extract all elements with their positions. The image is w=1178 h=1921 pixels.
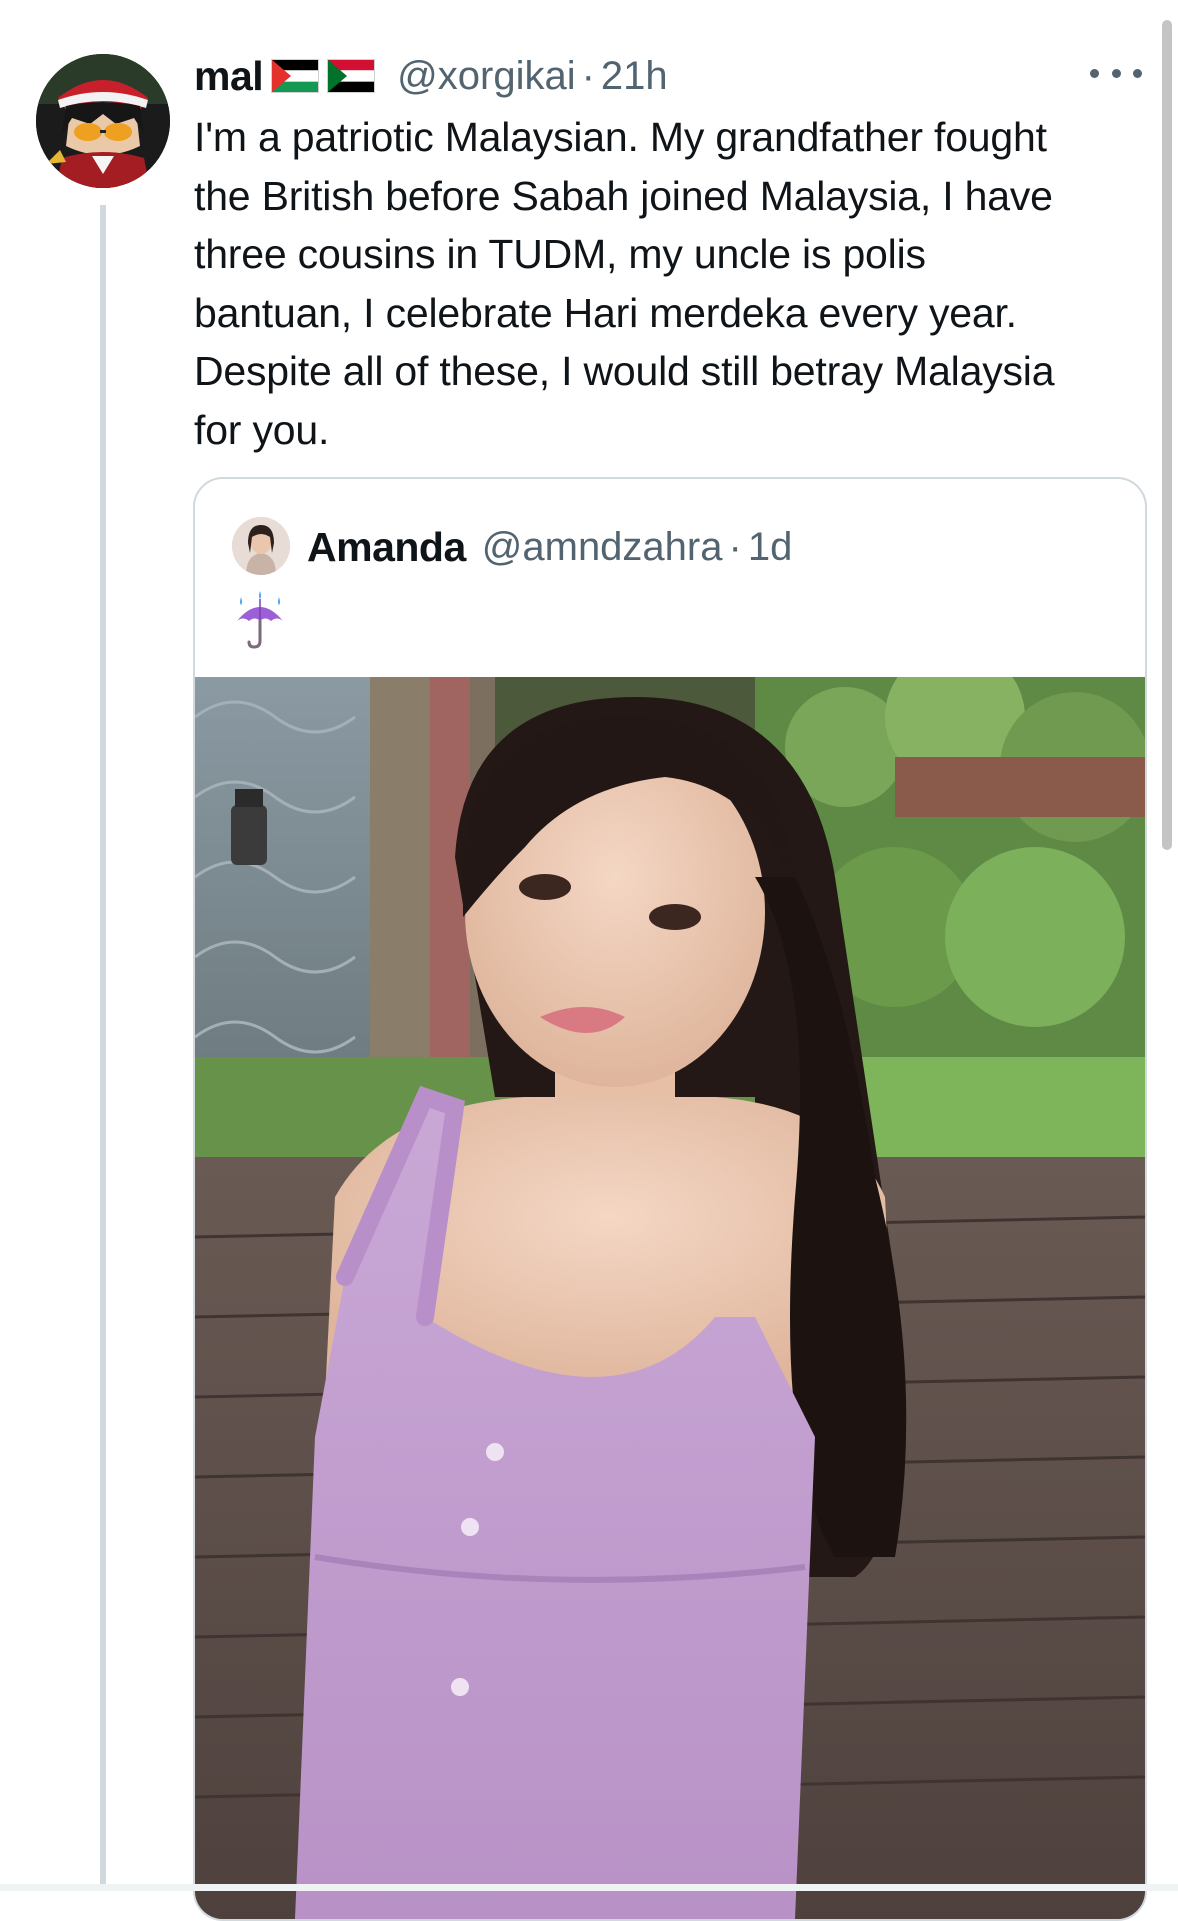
author-handle[interactable]: @xorgikai (397, 54, 575, 99)
quoted-tweet-header: Amanda @amndzahra · 1d (307, 519, 792, 575)
more-dots-icon[interactable] (1090, 58, 1142, 88)
quoted-tweet-timestamp[interactable]: 1d (748, 525, 793, 570)
quoted-author-handle[interactable]: @amndzahra (482, 525, 723, 570)
tweet-text: I'm a patriotic Malaysian. My grandfathe… (194, 114, 1055, 453)
quoted-author-display-name[interactable]: Amanda (307, 524, 466, 571)
quoted-author-avatar[interactable] (232, 517, 290, 575)
quoted-tweet-card[interactable]: Amanda @amndzahra · 1d (193, 477, 1147, 1921)
author-avatar[interactable] (36, 54, 170, 188)
scrollbar[interactable] (1162, 20, 1172, 850)
thread-line (100, 205, 106, 1891)
author-display-name[interactable]: mal (194, 53, 264, 100)
umbrella-with-rain-icon (233, 591, 287, 651)
tweet-timestamp[interactable]: 21h (601, 54, 668, 99)
quoted-separator-dot: · (728, 524, 742, 569)
tweet-header: mal @xorgikai · 21h (194, 48, 668, 104)
quoted-tweet-photo[interactable] (195, 647, 1145, 1919)
palestine-flag-icon (271, 59, 320, 93)
separator-dot: · (581, 53, 595, 98)
bottom-divider (0, 1884, 1178, 1891)
sudan-flag-icon (327, 59, 376, 93)
